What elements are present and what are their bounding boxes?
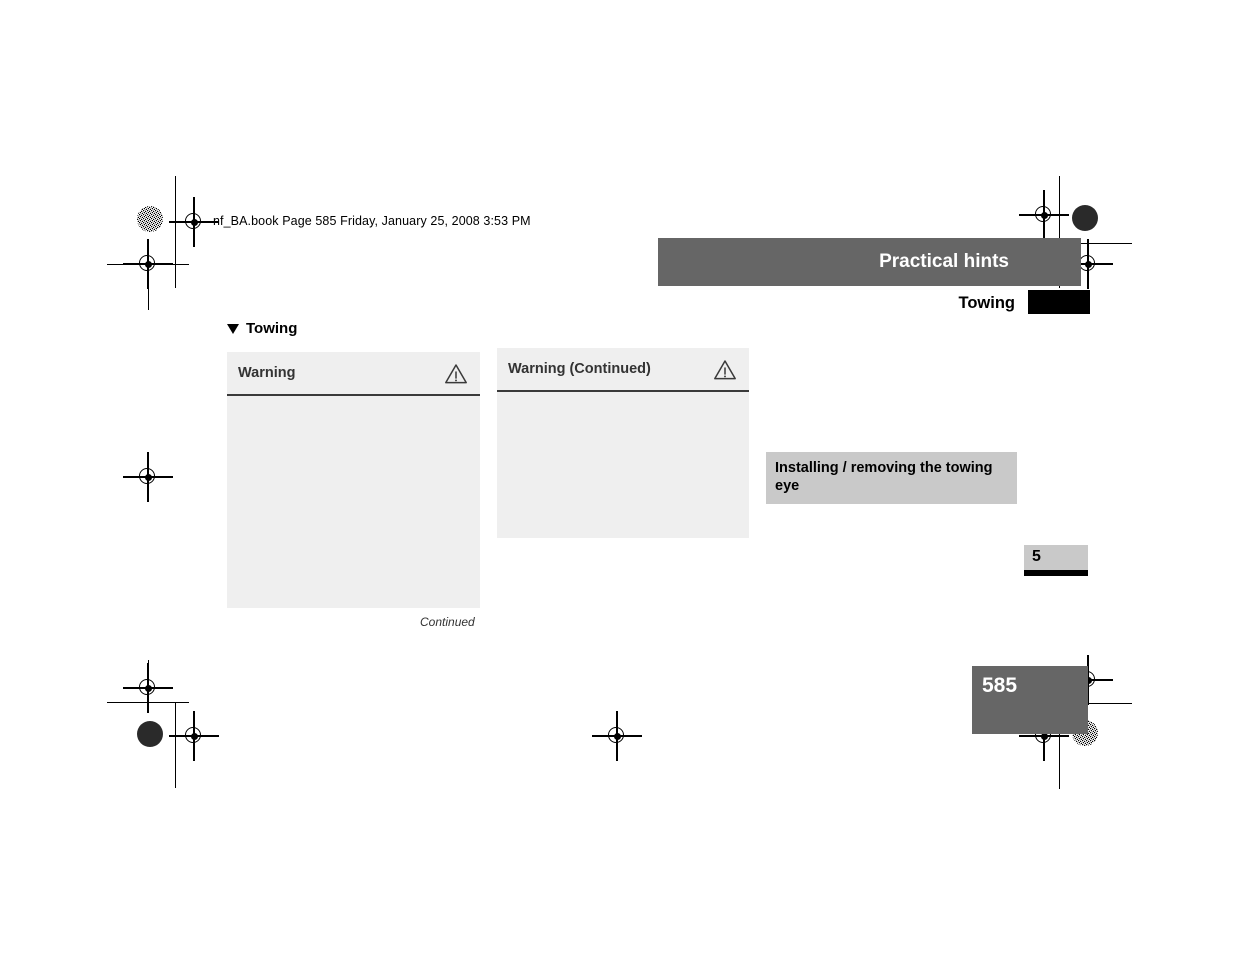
warning-box-title: Warning (Continued): [508, 361, 651, 377]
warning-box-title: Warning: [238, 365, 296, 381]
halftone-dot-icon: [1072, 205, 1098, 231]
chapter-number: 5: [1032, 548, 1041, 565]
file-info-line: nf_BA.book Page 585 Friday, January 25, …: [213, 214, 531, 228]
crop-rule-top-left-v: [175, 176, 177, 288]
chapter-tab-rule: [1024, 570, 1088, 576]
registration-target-icon: [169, 197, 219, 247]
triangle-down-icon: [227, 323, 239, 334]
running-head-subtitle: Towing: [958, 294, 1015, 312]
page-title: Practical hints: [879, 251, 1009, 272]
registration-target-icon: [592, 711, 642, 761]
running-head-bar: Practical hints: [658, 238, 1081, 286]
halftone-dot-icon: [137, 721, 163, 747]
warning-box-body: [227, 396, 480, 416]
registration-target-icon: [123, 239, 173, 289]
registration-target-icon: [1019, 190, 1069, 240]
header-black-tab: [1028, 290, 1090, 314]
warning-box: Warning: [227, 352, 480, 608]
warning-triangle-icon: [444, 363, 468, 384]
section-heading: Towing: [227, 320, 297, 337]
page-number: 585: [982, 674, 1018, 697]
halftone-dot-icon: [137, 206, 163, 232]
warning-box-body: [497, 392, 749, 412]
warning-triangle-icon: [713, 359, 737, 380]
registration-target-icon: [169, 711, 219, 761]
chapter-tab: 5: [1024, 545, 1088, 570]
page-canvas: nf_BA.book Page 585 Friday, January 25, …: [0, 0, 1235, 954]
warning-box: Warning (Continued): [497, 348, 749, 538]
warning-box-header: Warning: [227, 352, 480, 396]
subheading-installing-removing-towing-eye: Installing / removing the towing eye: [766, 452, 1017, 504]
section-heading-label: Towing: [246, 320, 298, 337]
registration-target-icon: [123, 452, 173, 502]
warning-box-header: Warning (Continued): [497, 348, 749, 392]
registration-target-icon: [123, 663, 173, 713]
continued-note: Continued: [420, 615, 475, 629]
page-number-block: 585: [972, 666, 1088, 734]
